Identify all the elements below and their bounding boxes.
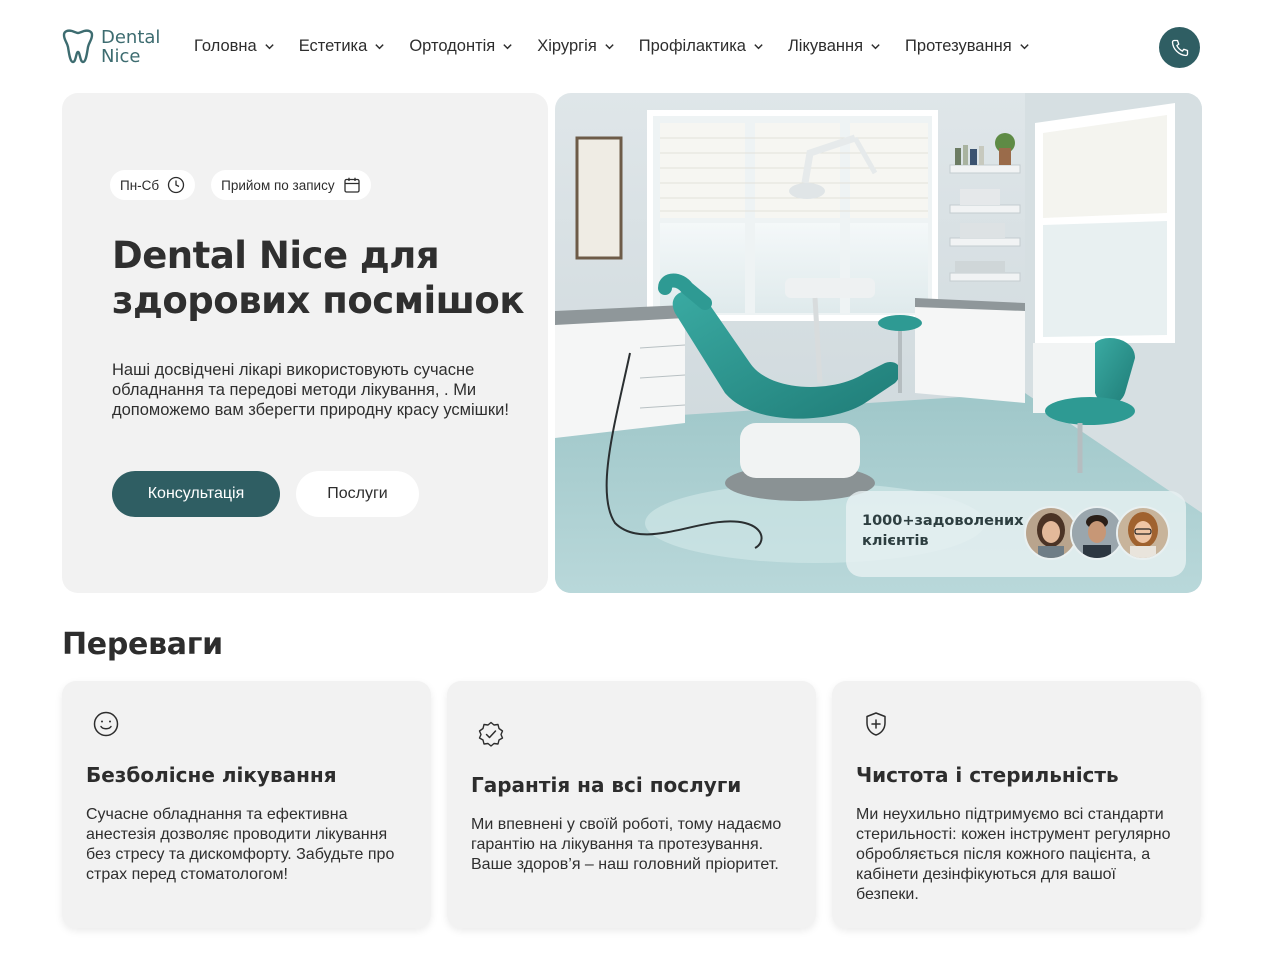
hero-tags: Пн-Сб Прийом по запису xyxy=(110,170,387,200)
avatar-group xyxy=(1024,506,1170,560)
hero-image: 1000+задоволених клієнтів xyxy=(555,93,1202,593)
nav-label: Хірургія xyxy=(537,37,597,55)
phone-icon xyxy=(1171,39,1188,56)
schedule-tag: Пн-Сб xyxy=(110,170,196,200)
nav-label: Естетика xyxy=(298,37,368,55)
advantage-card-painless: Безболісне лікування Сучасне обладнання … xyxy=(62,681,431,928)
phone-button[interactable] xyxy=(1159,27,1200,68)
chevron-down-icon xyxy=(605,44,614,50)
clients-text: 1000+задоволених клієнтів xyxy=(862,513,1024,549)
consultation-button[interactable]: Консультація xyxy=(112,471,280,517)
main-nav: Головна Естетика Ортодонтія Хірургія Про… xyxy=(194,37,1054,56)
nav-label: Ортодонтія xyxy=(409,37,496,55)
advantage-text: Ми впевнені у своїй роботі, тому надаємо… xyxy=(471,816,782,873)
advantage-text: Ми неухильно підтримуємо всі стандарти с… xyxy=(856,806,1171,903)
clock-icon xyxy=(167,176,185,194)
calendar-icon xyxy=(343,177,360,193)
site-header: Dental Nice Головна Естетика Ортодонтія … xyxy=(0,0,1277,95)
nav-label: Лікування xyxy=(787,37,864,55)
advantage-card-guarantee: Гарантія на всі послуги Ми впевнені у св… xyxy=(447,681,816,928)
hero-description: Наші досвідчені лікарі використовують су… xyxy=(112,361,509,419)
advantage-title: Безболісне лікування xyxy=(86,763,337,787)
services-button[interactable]: Послуги xyxy=(296,471,419,517)
advantages-title: Переваги xyxy=(62,627,223,662)
nav-item-prosthetics[interactable]: Протезування xyxy=(905,37,1030,56)
chevron-down-icon xyxy=(754,44,763,50)
shield-plus-icon xyxy=(866,712,886,736)
advantage-text: Сучасне обладнання та ефективна анестезі… xyxy=(86,806,395,883)
nav-item-prevention[interactable]: Профілактика xyxy=(639,37,764,56)
appointment-tag: Прийом по запису xyxy=(211,170,371,200)
badge-check-icon xyxy=(478,721,504,747)
advantage-title: Чистота і стерильність xyxy=(856,763,1119,787)
smile-icon xyxy=(93,711,119,737)
chevron-down-icon xyxy=(265,44,274,50)
clients-badge: 1000+задоволених клієнтів xyxy=(846,491,1186,577)
advantage-card-sterility: Чистота і стерильність Ми неухильно підт… xyxy=(832,681,1201,928)
logo-line2: Nice xyxy=(101,46,141,67)
chevron-down-icon xyxy=(375,44,384,50)
chevron-down-icon xyxy=(503,44,512,50)
chevron-down-icon xyxy=(1019,44,1029,50)
logo-line1: Dental xyxy=(101,27,161,48)
nav-label: Профілактика xyxy=(638,37,746,55)
nav-item-surgery[interactable]: Хірургія xyxy=(537,37,615,56)
avatar xyxy=(1116,506,1170,560)
nav-item-orthodontics[interactable]: Ортодонтія xyxy=(409,37,513,56)
nav-item-home[interactable]: Головна xyxy=(194,37,275,56)
nav-item-aesthetics[interactable]: Естетика xyxy=(299,37,386,56)
schedule-tag-label: Пн-Сб xyxy=(120,177,160,193)
hero-card: Пн-Сб Прийом по запису Dental Nice для з… xyxy=(62,93,548,593)
logo[interactable]: Dental Nice xyxy=(60,28,160,66)
advantage-title: Гарантія на всі послуги xyxy=(471,773,742,797)
nav-item-treatment[interactable]: Лікування xyxy=(788,37,881,56)
hero-title: Dental Nice для здорових посмішок xyxy=(112,234,524,322)
chevron-down-icon xyxy=(871,44,880,50)
nav-label: Головна xyxy=(194,37,257,55)
nav-label: Протезування xyxy=(905,37,1012,55)
appointment-tag-label: Прийом по запису xyxy=(221,177,335,193)
tooth-icon xyxy=(62,29,94,64)
